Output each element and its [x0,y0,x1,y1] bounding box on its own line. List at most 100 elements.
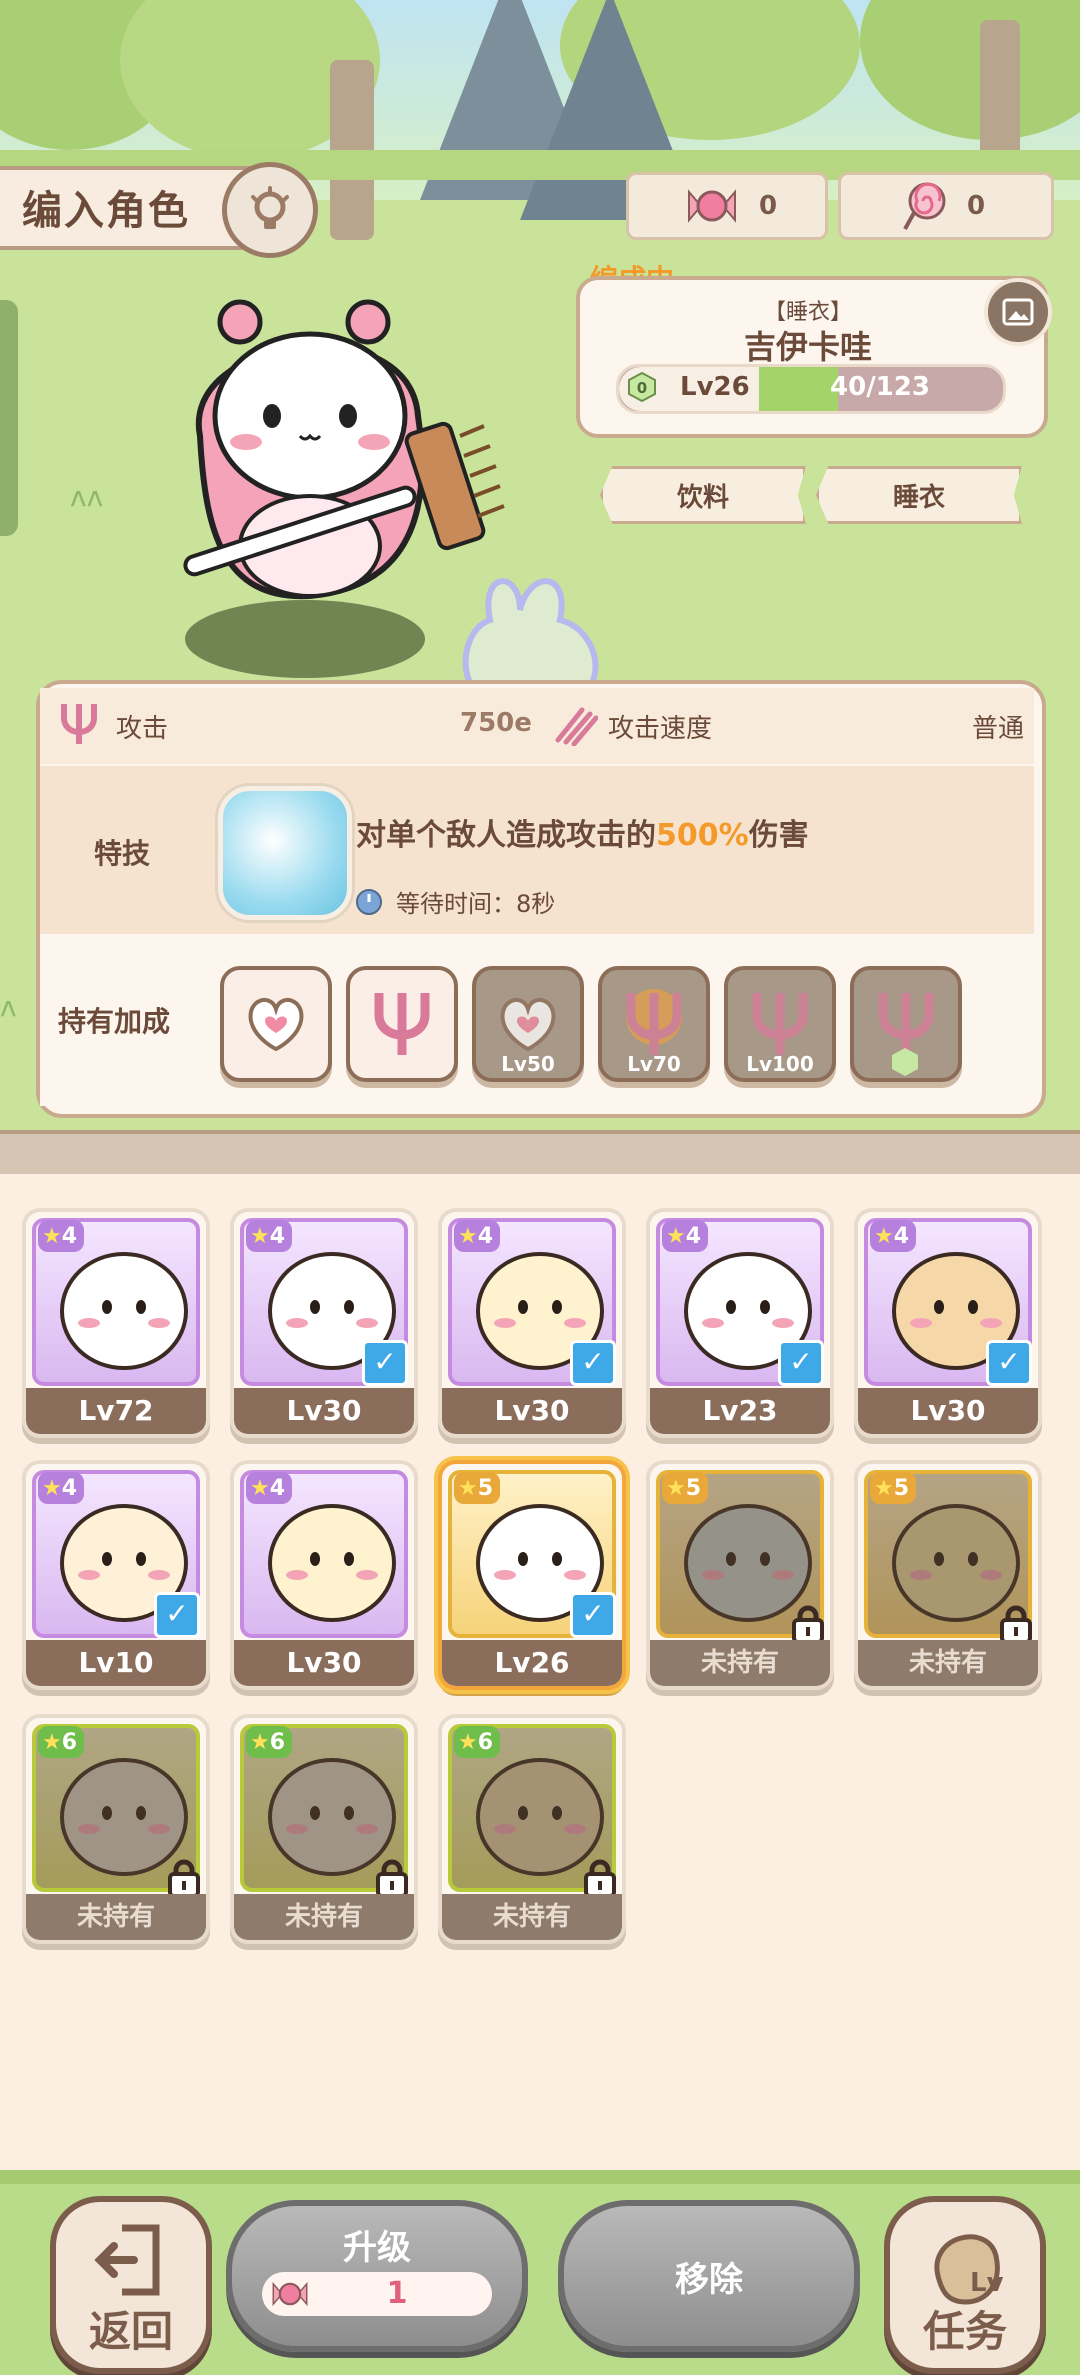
star-rank-badge: ★ 4 [454,1220,500,1252]
in-team-check-icon: ✓ [154,1592,200,1638]
star-rank-badge: ★ 5 [454,1472,500,1504]
bonus-level-label: Lv50 [501,1052,555,1076]
character-card[interactable]: ★ 4 ✓ Lv23 [646,1208,834,1438]
in-team-check-icon: ✓ [570,1340,616,1386]
fork-icon [367,987,437,1061]
lock-icon [166,1858,202,1898]
character-card[interactable]: ★ 5 未持有 [854,1460,1042,1690]
character-level: Lv30 [442,1388,622,1434]
bonus-item[interactable]: Lv70 [598,966,710,1082]
tag-drink: 饮料 [600,466,806,524]
star-rank-badge: ★ 4 [246,1472,292,1504]
bonus-item[interactable] [346,966,458,1082]
tasks-button[interactable]: Lv 任务 [884,2196,1046,2374]
upgrade-cost: 1 [262,2272,492,2316]
upgrade-cost-value: 1 [386,2276,408,2311]
candy-icon [688,189,736,223]
in-team-check-icon: ✓ [570,1592,616,1638]
stats-row [40,688,1034,764]
section-divider [0,1130,1080,1174]
page-title: 编入角色 [22,188,190,234]
character-level: 未持有 [442,1894,622,1940]
back-button[interactable]: 返回 [50,2196,212,2374]
bonus-item[interactable]: Lv50 [472,966,584,1082]
character-card[interactable]: ★ 5 未持有 [646,1460,834,1690]
side-drawer-tab[interactable] [0,300,18,536]
star-rank-badge: ★ 4 [38,1220,84,1252]
character-name: 吉伊卡哇 [743,328,872,366]
character-level: Lv30 [858,1388,1038,1434]
skill-label: 特技 [94,837,151,870]
star-icon: ★ [250,1729,270,1755]
lock-icon [374,1858,410,1898]
character-card[interactable]: ★ 6 未持有 [22,1714,210,1944]
in-team-check-icon: ✓ [362,1340,408,1386]
lock-icon [790,1604,826,1644]
star-icon: ★ [458,1729,478,1755]
attack-speed-label: 攻击速度 [608,714,713,744]
character-level: 未持有 [858,1640,1038,1686]
heart-icon [241,991,311,1057]
character-card[interactable]: ★ 4 Lv72 [22,1208,210,1438]
bonus-level-label: Lv70 [627,1052,681,1076]
bonus-item[interactable] [220,966,332,1082]
character-card[interactable]: ★ 4 Lv30 [230,1460,418,1690]
character-level: Lv23 [650,1388,830,1434]
heart-icon [493,991,563,1057]
character-level: Lv72 [26,1388,206,1434]
skill-bubble-icon[interactable] [218,786,352,920]
upgrade-button[interactable]: 升级 1 [226,2200,528,2352]
character-level: Lv30 [234,1640,414,1686]
character-card[interactable]: ★ 5 ✓ Lv26 [438,1460,626,1690]
star-rank-badge: ★ 4 [38,1472,84,1504]
fork-icon [745,987,815,1061]
character-card[interactable]: ★ 6 未持有 [438,1714,626,1944]
character-level: Lv26 [442,1640,622,1686]
star-icon: ★ [666,1223,686,1249]
star-rank-badge: ★ 4 [246,1220,292,1252]
upgrade-label: 升级 [343,2228,411,2268]
skill-multiplier: 500% [656,818,749,853]
bonus-item[interactable]: Lv100 [724,966,836,1082]
character-level: 未持有 [26,1894,206,1940]
star-rank-badge: ★ 6 [246,1726,292,1758]
character-level: 未持有 [650,1640,830,1686]
level-label: Lv26 [680,372,750,402]
attack-label: 攻击 [116,714,169,744]
hint-button[interactable] [222,162,318,258]
skill-wait-time: 等待时间：8秒 [396,890,556,918]
character-card[interactable]: ★ 4 ✓ Lv30 [854,1208,1042,1438]
speed-icon [555,707,598,746]
character-card[interactable]: ★ 4 ✓ Lv30 [230,1208,418,1438]
remove-button[interactable]: 移除 [558,2200,860,2352]
star-rank-badge: ★ 5 [662,1472,708,1504]
tasks-level-badge: Lv [970,2268,1004,2298]
attack-speed-value: 普通 [971,714,1024,744]
star-icon: ★ [874,1475,894,1501]
star-rank-badge: ★ 4 [662,1220,708,1252]
star-rank-badge: ★ 5 [870,1472,916,1504]
attack-value: 750e [460,708,532,738]
lock-icon [998,1604,1034,1644]
tag-pajamas: 睡衣 [816,466,1022,524]
exit-icon [94,2224,160,2296]
rank-hexagon-icon: 0 [628,372,656,402]
bonus-item[interactable] [850,966,962,1082]
lollipop-counter: 0 [838,172,1054,240]
bonus-label: 持有加成 [58,1005,171,1038]
timer-icon [356,889,382,915]
attack-fork-icon [61,704,97,744]
character-card[interactable]: ★ 4 ✓ Lv30 [438,1208,626,1438]
in-team-check-icon: ✓ [986,1340,1032,1386]
character-level: 未持有 [234,1894,414,1940]
fork-burst-icon [619,987,689,1061]
star-icon: ★ [250,1475,270,1501]
character-card[interactable]: ★ 6 未持有 [230,1714,418,1944]
star-icon: ★ [458,1475,478,1501]
star-icon: ★ [458,1223,478,1249]
character-level: Lv30 [234,1388,414,1434]
exp-value: 40/123 [830,372,930,402]
character-card[interactable]: ★ 4 ✓ Lv10 [22,1460,210,1690]
in-team-check-icon: ✓ [778,1340,824,1386]
star-icon: ★ [250,1223,270,1249]
